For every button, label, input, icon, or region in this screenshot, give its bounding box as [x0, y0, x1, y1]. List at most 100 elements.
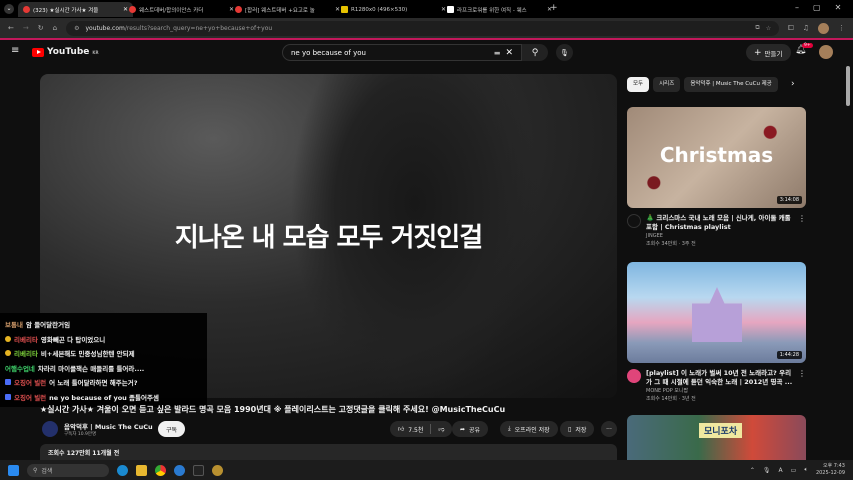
channel-avatar[interactable] — [627, 214, 641, 228]
tab-3[interactable]: [합러] 웨스트데버 +요고로 놀 ✕ — [230, 2, 345, 17]
video-duration: 3:14:08 — [776, 196, 802, 204]
tray-chevron-icon[interactable]: ⌃ — [750, 467, 755, 474]
clock-date: 2025-12-09 — [815, 470, 845, 476]
chat-text: 비+세븐해도 민중성님한텐 안되제 — [40, 350, 135, 359]
share-button[interactable]: ➦ 공유 — [452, 421, 489, 437]
create-button[interactable]: + 만들기 — [746, 44, 791, 61]
tab-1[interactable]: (323) ★실시간 가사★ 겨울 ✕ — [18, 2, 133, 17]
chip-all[interactable]: 모두 — [627, 77, 650, 92]
app-icon[interactable] — [193, 464, 204, 476]
install-icon[interactable]: ⧉ — [755, 24, 759, 32]
more-options-icon[interactable]: ⋮ — [798, 214, 806, 248]
bookmark-star-icon[interactable]: ☆ — [766, 25, 771, 32]
subscriber-badge-icon — [5, 379, 11, 386]
chevron-right-icon[interactable]: › — [791, 79, 795, 89]
app-icon[interactable] — [212, 464, 223, 476]
forward-icon[interactable]: → — [23, 24, 29, 32]
like-count[interactable]: 7.5천 — [408, 425, 423, 434]
windows-start-icon[interactable] — [8, 464, 19, 476]
video-thumbnail[interactable]: 모니포차 — [627, 415, 806, 460]
youtube-header: ≡ YouTube KR ne yo because of you ▬ ✕ ⚲ 🎙 +… — [0, 38, 853, 64]
thumbnail-text: Christmas — [659, 143, 774, 167]
plus-icon: + — [754, 47, 762, 58]
edge-icon[interactable] — [117, 464, 128, 476]
video-thumbnail[interactable]: Christmas 3:14:08 — [627, 107, 806, 208]
channel-name[interactable]: MONE POP 모니팝 — [646, 387, 793, 395]
volume-icon[interactable]: 🔈︎ — [804, 466, 808, 474]
microphone-icon[interactable]: 🎙︎ — [763, 467, 771, 474]
recommended-video[interactable]: 1:44:28 [playlist] 이 노래가 벌써 10년 전 노래라고? … — [627, 262, 806, 403]
reload-icon[interactable]: ↻ — [38, 24, 44, 32]
new-tab-button[interactable]: + — [550, 3, 558, 13]
media-icon[interactable]: ♫ — [803, 24, 809, 32]
close-window-icon[interactable]: ✕ — [835, 3, 842, 12]
subscribe-button[interactable]: 구독 — [158, 421, 186, 437]
chat-message: 리베리타 영화빼곤 다 탑이었으니 — [5, 332, 202, 347]
channel-avatar[interactable] — [627, 369, 641, 383]
chip-channel[interactable]: 음악덕후 | Music The CuCu 제공 — [684, 77, 778, 92]
offline-save-button[interactable]: ⤓ 오프라인 저장 — [500, 421, 558, 437]
more-actions-button[interactable]: ··· — [601, 421, 617, 437]
chip-series[interactable]: 시리즈 — [653, 77, 681, 92]
video-stats: 조회수 14만회 · 3년 전 — [646, 396, 696, 402]
chrome-icon[interactable] — [155, 464, 166, 476]
more-options-icon[interactable]: ⋮ — [798, 369, 806, 403]
tab-5[interactable]: 라프크로워를 위한 여직 - 웨스 ✕ — [442, 2, 557, 17]
profile-avatar[interactable] — [818, 22, 829, 34]
channel-name[interactable]: 음악덕후 | Music The CuCu — [64, 421, 153, 431]
app-icon[interactable] — [174, 464, 185, 476]
maximize-icon[interactable]: ▢ — [813, 3, 821, 12]
search-input[interactable]: ne yo because of you ▬ ✕ — [282, 44, 522, 61]
video-title[interactable]: [playlist] 이 노래가 벌써 10년 전 노래라고? 우리가 그 때 … — [646, 369, 793, 387]
home-icon[interactable]: ⌂ — [53, 24, 57, 32]
bulb-badge-icon — [5, 335, 11, 342]
keyboard-icon[interactable]: ▬ — [494, 49, 501, 57]
like-icon[interactable]: 👍︎ — [398, 425, 404, 433]
minimize-icon[interactable]: – — [795, 3, 799, 12]
channel-name[interactable]: JINGEE — [646, 232, 793, 240]
network-icon[interactable]: ▭ — [791, 467, 797, 474]
recommended-video[interactable]: 모니포차 — [627, 415, 806, 460]
video-lyric-caption: 지나온 내 모습 모두 거짓인걸 — [174, 223, 483, 253]
recommended-video[interactable]: Christmas 3:14:08 🎄 크리스마스 국내 노래 모음 | 신나게… — [627, 107, 806, 248]
site-info-icon[interactable]: ⚙ — [74, 25, 79, 32]
url-host: youtube.com — [85, 24, 125, 32]
channel-avatar[interactable] — [42, 421, 58, 437]
video-stats: 조회수 34만회 · 3주 전 — [646, 241, 696, 247]
tab-2[interactable]: 웨스트데버/합의이안스 카더 ✕ — [124, 2, 239, 17]
back-icon[interactable]: ← — [8, 24, 14, 32]
search-button[interactable]: ⚲ — [522, 44, 548, 61]
youtube-logo[interactable]: YouTube KR — [32, 47, 99, 57]
bookmark-icon: ▯ — [568, 425, 572, 433]
chat-text: 어 노래 틀어달라하면 해주는거? — [49, 379, 138, 388]
thumbnail-text: 모니포차 — [699, 423, 743, 438]
chat-message: 어햄수업네 차라리 마이클잭슨 매들리를 틀어라.... — [5, 361, 202, 376]
clock-time: 오후 7:43 — [822, 463, 845, 469]
clock[interactable]: 오후 7:43 2025-12-09 — [816, 463, 845, 477]
video-title[interactable]: 🎄 크리스마스 국내 노래 모음 | 신나게, 아이돌 캐롤 포함 | Chri… — [646, 214, 793, 232]
tab-label: [합러] 웨스트데버 +요고로 놀 — [245, 7, 315, 14]
favicon-icon — [129, 6, 136, 13]
extensions-icon[interactable]: ⧠ — [788, 24, 794, 33]
voice-search-button[interactable]: 🎙 — [556, 44, 573, 61]
file-explorer-icon[interactable] — [136, 464, 147, 476]
share-icon: ➦ — [460, 425, 466, 433]
dislike-icon[interactable]: 👎︎ — [438, 425, 444, 433]
chat-user: 리베리타 — [14, 350, 38, 359]
account-avatar[interactable] — [819, 45, 833, 59]
menu-icon[interactable]: ⋮ — [838, 24, 845, 32]
taskbar-search[interactable]: ⚲ 검색 — [27, 463, 109, 477]
hamburger-menu-icon[interactable]: ≡ — [11, 45, 19, 56]
save-button[interactable]: ▯ 저장 — [560, 421, 595, 437]
castle-illustration — [692, 287, 742, 342]
clear-search-icon[interactable]: ✕ — [505, 48, 513, 58]
video-thumbnail[interactable]: 1:44:28 — [627, 262, 806, 363]
like-dislike-group: 👍︎ 7.5천 👎︎ — [390, 421, 453, 437]
tab-search-button[interactable]: ⌄ — [4, 4, 14, 14]
address-bar[interactable]: ⚙ youtube.com/results?search_query=ne+yo… — [66, 20, 780, 36]
stream-chat-overlay: 보통내 암 들어달란거임 리베리타 영화빼곤 다 탑이었으니 리베리타 비+세븐해도 … — [0, 313, 207, 407]
chat-text: 암 들어달란거임 — [25, 321, 71, 330]
tab-4[interactable]: R1280x0 (496×530) ✕ — [336, 2, 451, 17]
ime-icon[interactable]: A — [779, 467, 783, 474]
page-scrollbar[interactable] — [846, 66, 850, 106]
